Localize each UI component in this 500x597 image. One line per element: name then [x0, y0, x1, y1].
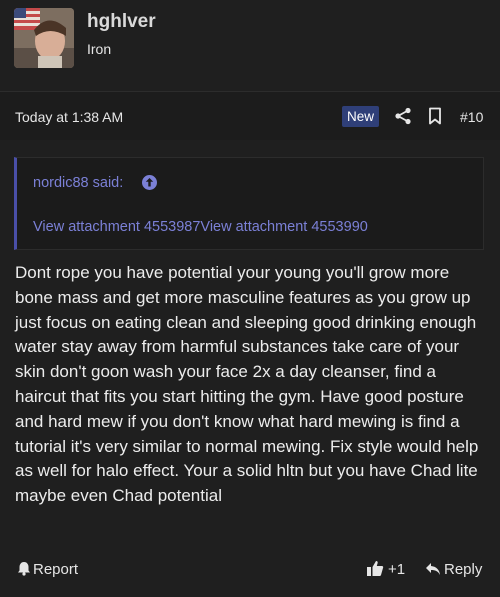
thumbs-up-icon[interactable] [366, 559, 384, 577]
arrow-up-circle-icon[interactable] [141, 174, 158, 191]
user-rank: Iron [87, 41, 112, 57]
reply-label: Reply [444, 561, 483, 578]
username[interactable]: hghlver [87, 11, 156, 33]
share-icon[interactable] [394, 107, 412, 125]
post-number-link[interactable]: #10 [460, 109, 483, 125]
reply-button[interactable]: Reply [425, 561, 482, 578]
post-timestamp[interactable]: Today at 1:38 AM [15, 109, 123, 125]
like-count: +1 [388, 561, 406, 578]
new-badge: New [342, 106, 380, 127]
post-header: hghlver Iron [0, 0, 500, 92]
post-meta-bar: Today at 1:38 AM New #10 [0, 92, 500, 140]
post-body: Dont rope you have potential your young … [15, 263, 479, 506]
report-label: Report [33, 561, 79, 578]
quote-author-link[interactable]: nordic88 said: [33, 175, 123, 191]
avatar[interactable] [14, 8, 74, 68]
avatar-image [14, 8, 74, 68]
post-footer: Report +1 Reply [0, 548, 500, 597]
reply-arrow-icon [426, 563, 440, 575]
quote-attachments-link[interactable]: View attachment 4553987View attachment 4… [33, 219, 368, 235]
bookmark-icon[interactable] [427, 107, 443, 125]
report-button[interactable]: Report [17, 561, 78, 578]
quote-block: nordic88 said: View attachment 4553987Vi… [14, 157, 484, 250]
bell-icon [18, 562, 30, 576]
